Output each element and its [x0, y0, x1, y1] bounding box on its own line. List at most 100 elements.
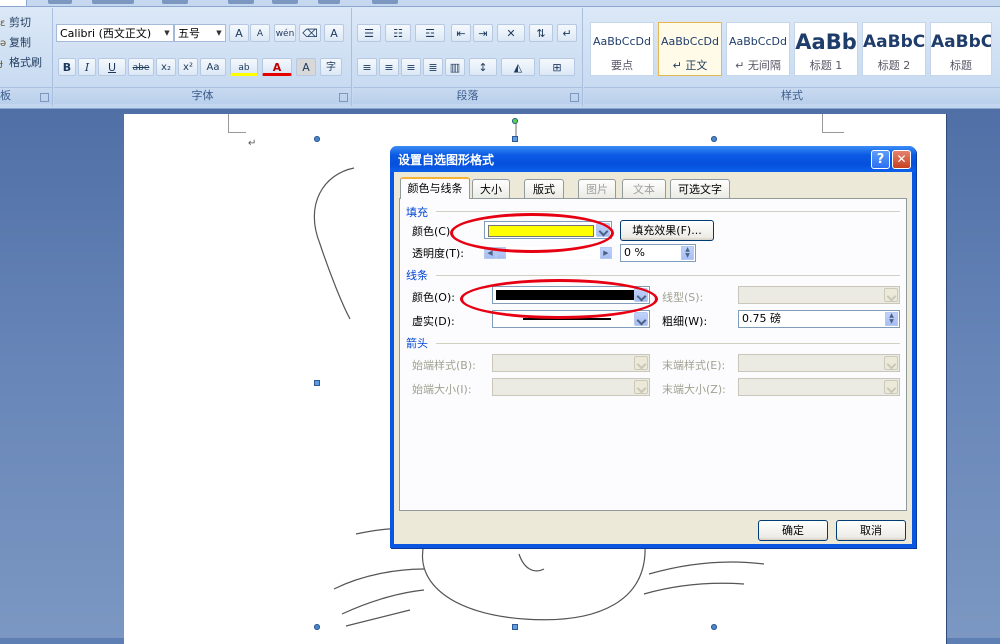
close-button[interactable]: ✕: [892, 150, 911, 169]
style-card-no-spacing[interactable]: AaBbCcDd ↵ 无间隔: [726, 22, 790, 76]
style-card-title[interactable]: AaBbC 标题: [930, 22, 992, 76]
spinner-icon[interactable]: ▲ ▼: [885, 312, 898, 326]
paragraph-group: ☰ ☷ ☲ ⇤ ⇥ ✕ ⇅ ↵ ≡ ≡ ≡ ≣ ▥ ↕ ◭ ⊞ 段落: [353, 8, 583, 106]
paragraph-group-label: 段落: [353, 87, 582, 104]
slider-thumb[interactable]: [496, 247, 506, 259]
numbered-list-icon: ☷: [393, 27, 403, 40]
dialog-client: 颜色与线条 大小 版式 图片 文本框 可选文字 填充 颜色(C): 填充效果(F…: [394, 172, 912, 544]
subscript-button[interactable]: x₂: [156, 58, 176, 76]
italic-button[interactable]: I: [78, 58, 96, 76]
tab-alt-text[interactable]: 可选文字: [670, 179, 730, 198]
end-size-dropdown[interactable]: [738, 378, 900, 396]
ok-button[interactable]: 确定: [758, 520, 828, 541]
line-spacing-icon: ↕: [478, 61, 488, 74]
tab-home[interactable]: [0, 0, 27, 6]
tab-page-layout[interactable]: [92, 0, 134, 4]
transparency-slider[interactable]: [496, 247, 600, 259]
tab-picture[interactable]: 图片: [578, 179, 616, 198]
dash-dropdown[interactable]: [492, 310, 650, 328]
copy-button[interactable]: ə 复制: [0, 34, 31, 52]
format-painter-button[interactable]: ɟ 格式刷: [0, 54, 42, 72]
justify-button[interactable]: ≣: [423, 58, 443, 76]
resize-handle[interactable]: [711, 624, 717, 630]
underline-button[interactable]: U: [98, 58, 126, 76]
enclose-char-button[interactable]: 字: [320, 58, 342, 76]
phonetic-guide-button[interactable]: wén: [274, 24, 296, 42]
slider-left-arrow[interactable]: ◀: [484, 247, 496, 259]
tab-mailings[interactable]: [228, 0, 254, 4]
tab-colors-lines[interactable]: 颜色与线条: [400, 177, 470, 199]
weight-input[interactable]: 0.75 磅 ▲ ▼: [738, 310, 900, 328]
change-case-button[interactable]: Aa: [200, 58, 226, 76]
tab-textbox[interactable]: 文本框: [622, 179, 666, 215]
resize-handle[interactable]: [512, 624, 518, 630]
borders-button[interactable]: ⊞: [539, 58, 575, 76]
bullets-button[interactable]: ☰: [357, 24, 381, 42]
align-right-button[interactable]: ≡: [401, 58, 421, 76]
clear-format-button[interactable]: ⌫: [299, 24, 321, 42]
font-dialog-launcher[interactable]: [339, 93, 348, 102]
numbering-button[interactable]: ☷: [385, 24, 411, 42]
multilevel-list-button[interactable]: ☲: [415, 24, 445, 42]
tab-size[interactable]: 大小: [472, 179, 510, 198]
font-name-combo[interactable]: Calibri (西文正文) ▼: [56, 24, 174, 42]
transparency-input[interactable]: 0 % ▲ ▼: [620, 244, 696, 262]
resize-handle[interactable]: [711, 136, 717, 142]
fill-effects-button[interactable]: 填充效果(F)...: [620, 220, 714, 241]
style-card-heading-1[interactable]: AaBb 标题 1: [794, 22, 858, 76]
style-card-heading-2[interactable]: AaBbC 标题 2: [862, 22, 926, 76]
line-color-dropdown[interactable]: [492, 286, 650, 304]
cancel-button[interactable]: 取消: [836, 520, 906, 541]
tab-addins[interactable]: [372, 0, 398, 4]
decrease-indent-button[interactable]: ⇤: [451, 24, 471, 42]
char-border-button[interactable]: A: [324, 24, 344, 42]
tab-insert[interactable]: [48, 0, 72, 4]
clipboard-dialog-launcher[interactable]: [40, 93, 49, 102]
bold-button[interactable]: B: [58, 58, 76, 76]
help-button[interactable]: ?: [871, 150, 890, 169]
resize-handle[interactable]: [314, 624, 320, 630]
line-style-dropdown[interactable]: [738, 286, 900, 304]
resize-handle[interactable]: [314, 380, 320, 386]
shading-button[interactable]: ◭: [501, 58, 535, 76]
align-left-button[interactable]: ≡: [357, 58, 377, 76]
shrink-font-button[interactable]: A: [250, 24, 270, 42]
fill-color-dropdown[interactable]: [484, 221, 612, 239]
eraser-icon: ⌫: [302, 27, 318, 40]
show-marks-button[interactable]: ↵: [557, 24, 577, 42]
chevron-down-icon: [634, 288, 648, 302]
line-style-label: 线型(S):: [662, 291, 704, 304]
end-style-dropdown[interactable]: [738, 354, 900, 372]
font-color-button[interactable]: A: [262, 58, 292, 76]
char-shading-button[interactable]: A: [296, 58, 316, 76]
rotate-handle[interactable]: [512, 118, 518, 124]
resize-handle[interactable]: [314, 136, 320, 142]
grow-font-button[interactable]: A: [229, 24, 249, 42]
font-size-combo[interactable]: 五号 ▼: [174, 24, 226, 42]
dialog-titlebar[interactable]: 设置自选图形格式 ? ✕: [390, 146, 916, 172]
tab-view[interactable]: [318, 0, 340, 4]
cut-button[interactable]: ɛ 剪切: [0, 14, 31, 32]
spinner-icon[interactable]: ▲ ▼: [681, 246, 694, 260]
highlight-button[interactable]: ab: [230, 58, 258, 76]
paint-bucket-icon: ◭: [513, 61, 523, 74]
slider-right-arrow[interactable]: ▶: [600, 247, 612, 259]
paragraph-dialog-launcher[interactable]: [570, 93, 579, 102]
begin-size-dropdown[interactable]: [492, 378, 650, 396]
style-card-normal[interactable]: AaBbCcDd ↵ 正文: [658, 22, 722, 76]
style-card-emphasis[interactable]: AaBbCcDd 要点: [590, 22, 654, 76]
resize-handle[interactable]: [512, 136, 518, 142]
distribute-button[interactable]: ▥: [445, 58, 465, 76]
arrows-section-title: 箭头: [406, 337, 428, 350]
sort-button[interactable]: ⇅: [529, 24, 553, 42]
chinese-layout-button[interactable]: ✕: [497, 24, 525, 42]
superscript-button[interactable]: x²: [178, 58, 198, 76]
tab-layout[interactable]: 版式: [524, 179, 564, 198]
tab-review[interactable]: [272, 0, 298, 4]
increase-indent-button[interactable]: ⇥: [473, 24, 493, 42]
tab-references[interactable]: [162, 0, 188, 4]
line-spacing-button[interactable]: ↕: [469, 58, 497, 76]
align-center-button[interactable]: ≡: [379, 58, 399, 76]
begin-style-dropdown[interactable]: [492, 354, 650, 372]
strikethrough-button[interactable]: abe: [128, 58, 154, 76]
